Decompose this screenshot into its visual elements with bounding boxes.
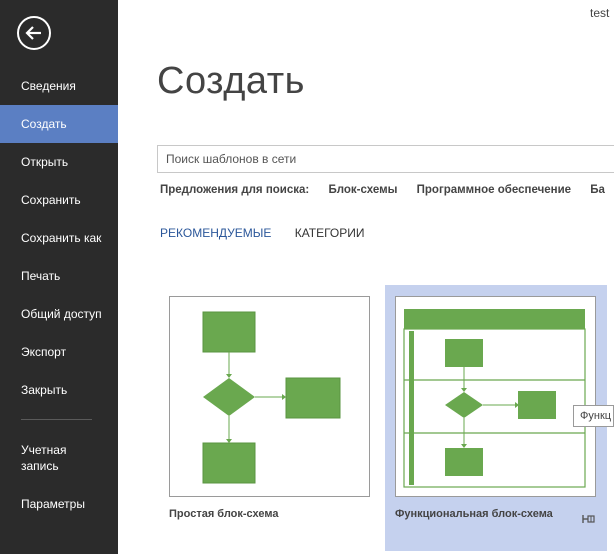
template-label-basic-flowchart[interactable]: Простая блок-схема: [169, 508, 278, 520]
crossfunctional-flowchart-preview: [403, 309, 586, 488]
template-search-input[interactable]: [158, 146, 614, 172]
nav-item-options[interactable]: Параметры: [0, 485, 118, 523]
page-title: Создать: [157, 60, 305, 102]
nav-item-save[interactable]: Сохранить: [0, 181, 118, 219]
nav-item-print[interactable]: Печать: [0, 257, 118, 295]
tab-featured[interactable]: РЕКОМЕНДУЕМЫЕ: [160, 226, 271, 240]
nav-divider: [21, 419, 92, 420]
nav-item-info[interactable]: Сведения: [0, 67, 118, 105]
user-name[interactable]: test: [590, 6, 609, 20]
nav-item-account[interactable]: Учетная запись: [0, 440, 90, 480]
pin-icon[interactable]: [582, 513, 596, 525]
nav-item-share[interactable]: Общий доступ: [0, 295, 118, 333]
nav-item-open[interactable]: Открыть: [0, 143, 118, 181]
backstage-sidebar: Сведения Создать Открыть Сохранить Сохра…: [0, 0, 118, 554]
suggestion-flowcharts[interactable]: Блок-схемы: [328, 184, 397, 196]
nav-item-save-as[interactable]: Сохранить как: [0, 219, 118, 257]
template-label-crossfunctional-flowchart[interactable]: Функциональная блок-схема: [395, 508, 553, 520]
nav-item-close[interactable]: Закрыть: [0, 371, 118, 409]
suggestion-software[interactable]: Программное обеспечение: [417, 184, 571, 196]
template-tooltip: Функц: [573, 405, 614, 427]
back-button[interactable]: [17, 16, 51, 50]
template-thumbnail-crossfunctional-flowchart[interactable]: [395, 296, 596, 497]
search-suggestions: Предложения для поиска: Блок-схемы Прогр…: [160, 184, 614, 196]
basic-flowchart-preview: [202, 311, 341, 484]
suggestion-truncated[interactable]: Ба: [590, 184, 605, 196]
template-search-box[interactable]: [157, 145, 614, 173]
template-thumbnail-basic-flowchart[interactable]: [169, 296, 370, 497]
arrow-left-circle-icon: [25, 26, 41, 40]
nav-item-new[interactable]: Создать: [0, 105, 118, 143]
suggestions-label: Предложения для поиска:: [160, 184, 310, 196]
nav-item-export[interactable]: Экспорт: [0, 333, 118, 371]
tab-categories[interactable]: КАТЕГОРИИ: [295, 226, 365, 240]
backstage-view: Сведения Создать Открыть Сохранить Сохра…: [0, 0, 614, 554]
template-tabs: РЕКОМЕНДУЕМЫЕ КАТЕГОРИИ: [160, 226, 385, 240]
